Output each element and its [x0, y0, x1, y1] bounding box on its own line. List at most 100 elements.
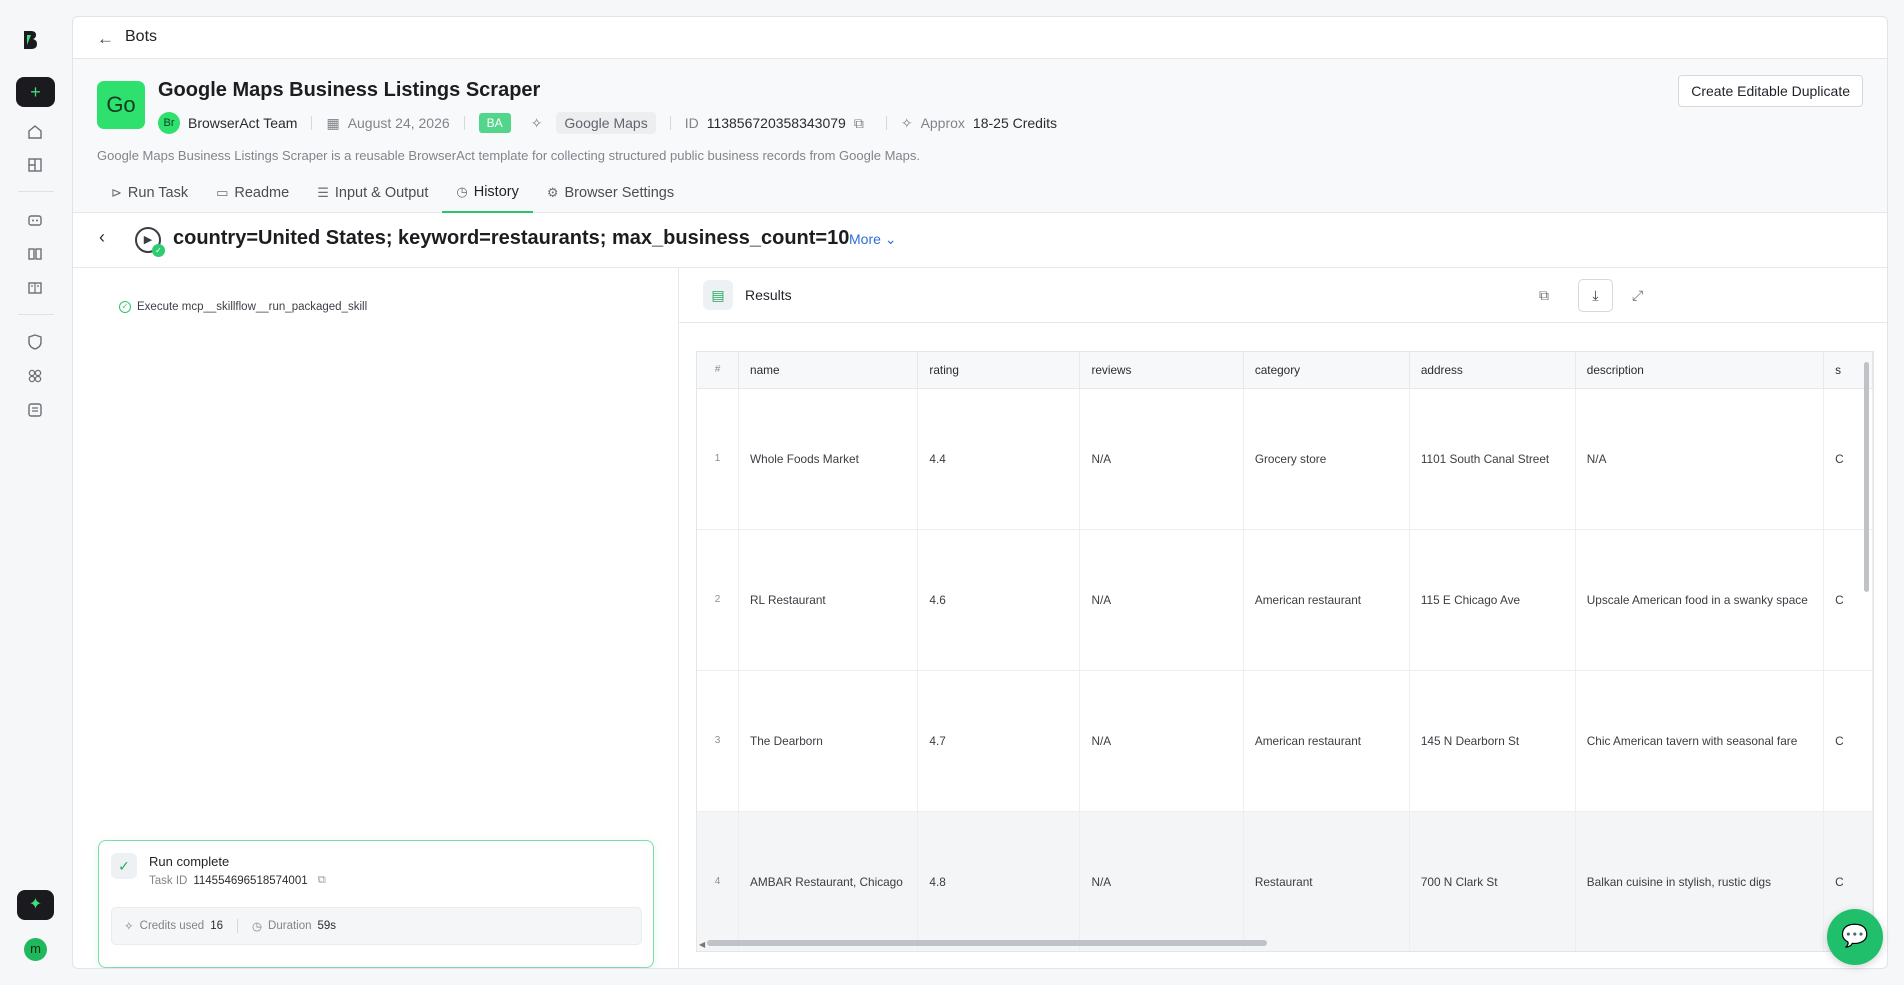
credits-estimate: 18-25 Credits: [972, 115, 1057, 131]
expand-icon[interactable]: ⤢: [1632, 287, 1643, 304]
run-status-icon: ▶ ✓: [135, 227, 165, 257]
cell-rating: 4.4: [917, 388, 1081, 530]
bot-icon[interactable]: [27, 212, 43, 228]
meta-divider: [311, 116, 313, 130]
task-id-row: Task ID 114554696518574001 ⧉: [149, 874, 326, 887]
tab-label: Readme: [234, 185, 290, 201]
table-row[interactable]: 3 The Dearborn 4.7 N/A American restaura…: [697, 670, 1873, 812]
billing-icon[interactable]: [27, 402, 43, 418]
rail-divider: [18, 314, 54, 315]
integrations-icon[interactable]: [27, 368, 43, 384]
check-icon: ✓: [152, 244, 165, 257]
cell-category: Restaurant: [1243, 811, 1410, 951]
cell-category: Grocery store: [1243, 388, 1410, 530]
create-duplicate-button[interactable]: Create Editable Duplicate: [1678, 75, 1863, 107]
cell-description: Chic American tavern with seasonal fare: [1575, 670, 1825, 812]
cell-description: N/A: [1575, 388, 1825, 530]
check-icon: ✓: [111, 853, 137, 879]
tab-label: Input & Output: [334, 185, 429, 201]
chevron-left-icon[interactable]: ‹: [99, 227, 105, 248]
meta-divider: [463, 116, 465, 130]
shield-icon[interactable]: [27, 334, 43, 350]
table-row[interactable]: 4 AMBAR Restaurant, Chicago 4.8 N/A Rest…: [697, 811, 1873, 951]
table-row[interactable]: 2 RL Restaurant 4.6 N/A American restaur…: [697, 529, 1873, 671]
cell-rating: 4.8: [917, 811, 1081, 951]
left-rail: + ✦ m: [0, 0, 72, 985]
top-bar: ← Bots: [73, 17, 1887, 59]
cell-rating: 4.6: [917, 529, 1081, 671]
vertical-scrollbar[interactable]: [1864, 362, 1869, 592]
step-item[interactable]: ✓ Execute mcp__skillflow__run_packaged_s…: [119, 301, 367, 313]
column-header[interactable]: category: [1243, 352, 1410, 389]
table-header-row: # name rating reviews category address d…: [697, 352, 1873, 389]
column-header[interactable]: address: [1409, 352, 1576, 389]
tab-history[interactable]: ◷ History: [442, 173, 533, 213]
tab-input-output[interactable]: ☰ Input & Output: [303, 173, 442, 213]
bot-id: 113856720358343079: [706, 115, 846, 131]
user-avatar[interactable]: m: [24, 938, 47, 961]
results-grid: # name rating reviews category address d…: [697, 352, 1873, 951]
row-number: 4: [697, 811, 740, 951]
check-circle-icon: ✓: [119, 301, 131, 313]
column-header[interactable]: description: [1575, 352, 1825, 389]
home-icon[interactable]: [27, 124, 43, 140]
cell-description: Upscale American food in a swanky space: [1575, 529, 1825, 671]
table-row[interactable]: 1 Whole Foods Market 4.4 N/A Grocery sto…: [697, 388, 1873, 530]
browseract-logo[interactable]: [22, 30, 38, 50]
copy-icon[interactable]: ⧉: [1539, 287, 1549, 304]
run-status-card: ✓ Run complete Task ID 11455469651857400…: [98, 840, 654, 968]
back-arrow-icon[interactable]: ←: [97, 29, 114, 49]
download-icon[interactable]: ⤓: [1578, 279, 1613, 312]
cell-name: The Dearborn: [738, 670, 919, 812]
author-name: BrowserAct Team: [188, 115, 298, 131]
column-header[interactable]: name: [738, 352, 919, 389]
cell-address: 700 N Clark St: [1409, 811, 1576, 951]
credits-label: Credits used: [139, 920, 205, 932]
column-header[interactable]: reviews: [1079, 352, 1244, 389]
cell-name: Whole Foods Market: [738, 388, 919, 530]
cell-address: 115 E Chicago Ave: [1409, 529, 1576, 671]
cell-description: Balkan cuisine in stylish, rustic digs: [1575, 811, 1825, 951]
calendar-icon: ▦: [326, 114, 340, 131]
new-bot-button[interactable]: +: [16, 77, 55, 107]
duration-value: 59s: [317, 920, 337, 932]
id-label: ID: [684, 115, 699, 131]
horizontal-scrollbar[interactable]: [707, 940, 1267, 946]
bot-date: August 24, 2026: [347, 115, 450, 131]
row-number: 1: [697, 388, 740, 530]
cell-name: RL Restaurant: [738, 529, 919, 671]
results-table: # name rating reviews category address d…: [696, 351, 1874, 952]
column-header[interactable]: rating: [917, 352, 1081, 389]
chat-support-button[interactable]: 💬: [1827, 909, 1883, 965]
column-header[interactable]: #: [697, 352, 740, 389]
cell-category: American restaurant: [1243, 670, 1410, 812]
row-number: 2: [697, 529, 740, 671]
main-panel: ← Bots Go Google Maps Business Listings …: [72, 16, 1888, 969]
duration-label: Duration: [268, 920, 312, 932]
docs-icon[interactable]: [27, 280, 43, 296]
dashboard-icon[interactable]: [27, 157, 43, 173]
step-label: Execute mcp__skillflow__run_packaged_ski…: [137, 301, 368, 313]
cell-reviews: N/A: [1079, 529, 1244, 671]
copy-icon[interactable]: ⧉: [318, 874, 326, 887]
ba-tag: BA: [478, 113, 511, 133]
book-icon: ▭: [216, 185, 229, 200]
breadcrumb-bots[interactable]: Bots: [125, 28, 157, 46]
run-title: country=United States; keyword=restauran…: [173, 227, 850, 249]
compare-icon[interactable]: [27, 246, 43, 262]
more-dropdown[interactable]: More ⌄: [849, 231, 897, 248]
chevron-down-icon: ⌄: [884, 231, 897, 247]
task-id-label: Task ID: [149, 874, 188, 887]
spreadsheet-icon: ▤: [703, 280, 733, 310]
cell-name: AMBAR Restaurant, Chicago: [738, 811, 919, 951]
ai-assistant-button[interactable]: ✦: [17, 890, 54, 920]
meta-divider: [669, 116, 671, 130]
tab-browser-settings[interactable]: ⚙ Browser Settings: [533, 173, 688, 213]
steps-panel: ✓ Execute mcp__skillflow__run_packaged_s…: [73, 268, 679, 968]
copy-icon[interactable]: ⧉: [854, 115, 864, 132]
scroll-left-icon[interactable]: ◀: [699, 940, 705, 949]
tab-readme[interactable]: ▭ Readme: [202, 173, 303, 213]
cell-address: 145 N Dearborn St: [1409, 670, 1576, 812]
results-title: Results: [745, 287, 792, 303]
tab-run-task[interactable]: ⊳ Run Task: [97, 173, 202, 213]
